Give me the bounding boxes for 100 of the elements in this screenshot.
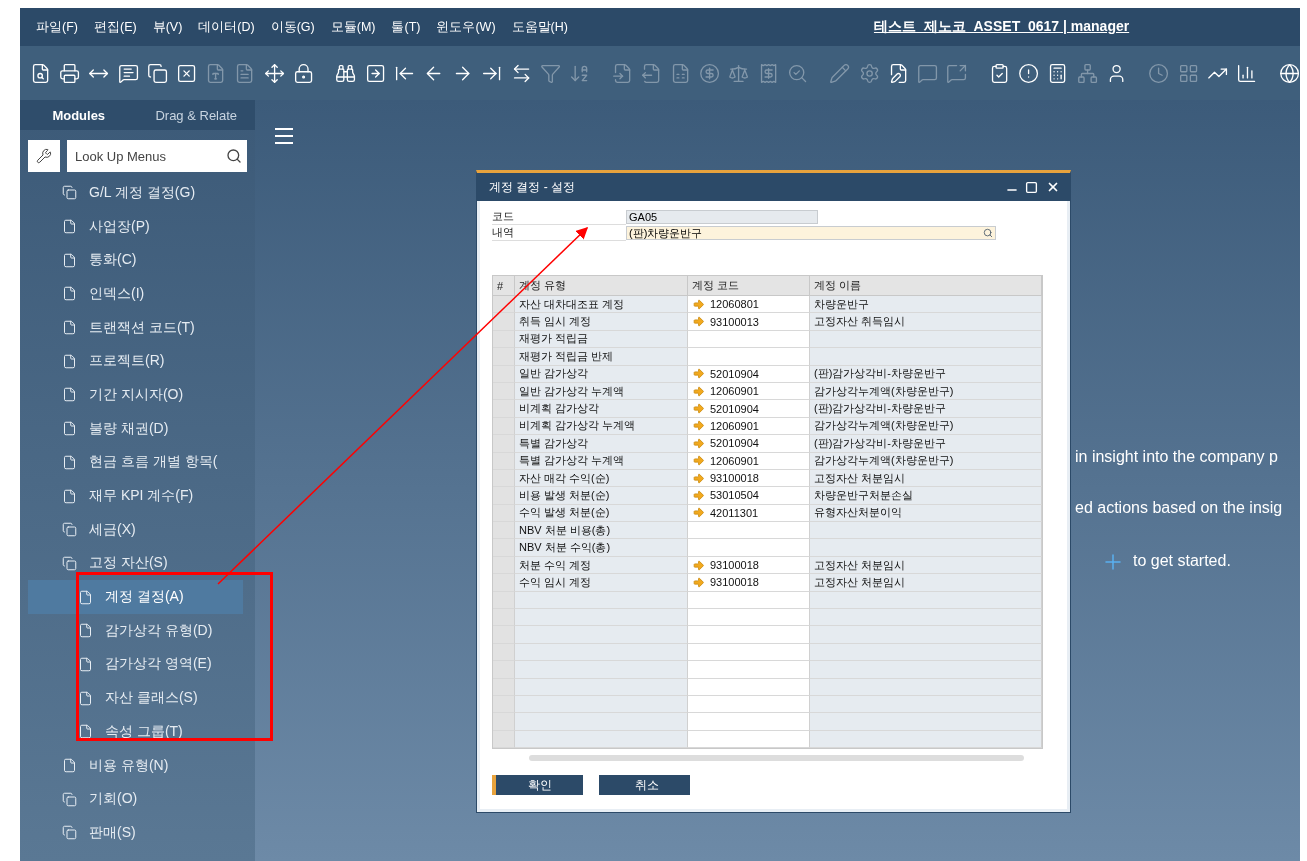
link-arrow-icon[interactable] [692, 471, 705, 485]
link-arrow-icon[interactable] [692, 506, 705, 520]
menu-item[interactable]: 사업장(P) [28, 209, 243, 244]
page-icon [62, 758, 77, 774]
menu-search-field[interactable]: Look Up Menus [67, 140, 221, 172]
menu-item[interactable]: 자산 클래스(S) [28, 681, 243, 715]
column-header[interactable]: 계정 이름 [810, 276, 1042, 296]
menu-item[interactable]: 판매(S) [28, 816, 243, 850]
page-icon [78, 690, 93, 706]
pages-icon [62, 555, 77, 571]
table-cell: 차량운반구처분손실 [810, 487, 1042, 505]
search-icon [226, 148, 242, 164]
link-arrow-icon[interactable] [692, 558, 705, 572]
table-cell: 고정자산 처분임시 [810, 574, 1042, 592]
account-code: 52010904 [710, 402, 759, 415]
wrench-icon [36, 148, 52, 164]
menu-item[interactable]: 불량 채권(D) [28, 411, 243, 446]
menu-bar-item[interactable]: 도움말(H) [511, 18, 568, 36]
field-label: 내역 [492, 225, 626, 241]
menu-bar-item[interactable]: 뷰(V) [152, 18, 183, 36]
sidebar-tab[interactable]: Modules [20, 107, 138, 123]
table-cell: 비용 발생 처분(순) [515, 487, 688, 505]
link-arrow-icon[interactable] [692, 454, 705, 468]
table-cell: (판)감가상각비-차량운반구 [810, 435, 1042, 453]
pages-icon [62, 791, 77, 807]
menu-item[interactable]: 통화(C) [28, 243, 243, 278]
account-code: 12060901 [710, 454, 759, 467]
menu-item[interactable]: 프로젝트(R) [28, 344, 243, 379]
page-icon [78, 623, 93, 639]
menu-icon[interactable] [275, 128, 293, 144]
menu-item[interactable]: 감가상각 영역(E) [28, 647, 243, 682]
link-arrow-icon[interactable] [692, 315, 705, 329]
windows-icon[interactable] [146, 61, 168, 85]
menu-item[interactable]: 계정 결정(A) [28, 580, 243, 614]
menu-item[interactable]: 속성 그룹(T) [28, 715, 243, 749]
lock-icon[interactable] [292, 61, 314, 85]
table-cell: 재평가 적립금 반제 [515, 348, 688, 366]
page-icon [62, 353, 77, 369]
horizontal-scrollbar[interactable] [529, 755, 1024, 762]
table-cell: 자산 대차대조표 계정 [515, 296, 688, 314]
cancel-button[interactable]: 취소 [599, 775, 690, 796]
sidebar-tab[interactable]: Drag & Relate [137, 107, 255, 123]
menu-item[interactable]: 재무 KPI 계수(F) [28, 479, 243, 513]
field-label: 코드 [492, 209, 626, 225]
search-button[interactable] [221, 140, 247, 172]
menu-item[interactable]: 현금 흐름 개별 항목( [28, 445, 243, 480]
link-arrow-icon[interactable] [692, 367, 705, 381]
maximize-icon[interactable] [1025, 180, 1038, 194]
link-arrow-icon[interactable] [692, 297, 705, 311]
input-field[interactable]: (판)차량운반구 [626, 226, 996, 240]
link-arrow-icon[interactable] [692, 419, 705, 433]
menu-item[interactable]: G/L 계정 결정(G) [28, 176, 243, 210]
wrench-button[interactable] [28, 140, 60, 172]
table-cell: 취득 임시 계정 [515, 313, 688, 331]
link-arrow-icon[interactable] [692, 489, 705, 502]
ok-button[interactable]: 확인 [492, 775, 583, 796]
globe-icon[interactable] [1278, 61, 1300, 85]
menu-bar-item[interactable]: 이동(G) [270, 18, 315, 36]
menu-bar-item[interactable]: 편집(E) [93, 18, 137, 36]
cockpit-hint: in insight into the company p [1075, 448, 1279, 467]
link-arrow-icon[interactable] [692, 402, 705, 416]
menu-bar-item[interactable]: 윈도우(W) [436, 18, 496, 36]
menu-item[interactable]: 기회(O) [28, 782, 243, 817]
table-cell: NBV 처분 비용(총) [515, 522, 688, 540]
input-field[interactable]: GA05 [626, 210, 818, 224]
table-cell: NBV 처분 수익(총) [515, 539, 688, 557]
menu-item[interactable]: 트랜잭션 코드(T) [28, 310, 243, 345]
alert-icon[interactable] [1018, 61, 1040, 85]
account-code: 12060801 [710, 298, 759, 311]
menu-item[interactable]: 인덱스(I) [28, 277, 243, 311]
table-cell: 고정자산 취득임시 [810, 313, 1042, 331]
page-icon [78, 589, 93, 605]
account-code: 52010904 [710, 367, 759, 380]
table-cell: 특별 감가상각 [515, 435, 688, 453]
link-arrow-icon[interactable] [692, 436, 705, 450]
print-icon[interactable] [59, 61, 81, 85]
menu-bar-item[interactable]: 데이터(D) [198, 18, 255, 36]
table-cell: 수익 임시 계정 [515, 574, 688, 592]
move-icon[interactable] [263, 61, 285, 85]
account-code: 12060901 [710, 419, 759, 432]
menu-item[interactable]: 세금(X) [28, 512, 243, 547]
column-header[interactable]: 계정 코드 [688, 276, 810, 296]
page-icon [62, 286, 77, 302]
close-icon[interactable] [1046, 180, 1060, 194]
menu-item[interactable]: 감가상각 유형(D) [28, 613, 243, 648]
menu-bar-item[interactable]: 모듈(M) [330, 18, 376, 36]
menu-item[interactable]: 비용 유형(N) [28, 748, 243, 783]
menu-item[interactable]: 고정 자산(S) [28, 546, 243, 581]
lookup-icon[interactable] [983, 228, 993, 238]
menu-bar-item[interactable]: 툴(T) [391, 18, 421, 36]
table-cell: (판)감가상각비-차량운반구 [810, 400, 1042, 418]
pages-icon [62, 522, 77, 538]
link-arrow-icon[interactable] [692, 384, 705, 398]
account-code: 93100018 [710, 576, 759, 589]
account-code: 12060901 [710, 385, 759, 398]
menu-item[interactable]: 기간 지시자(O) [28, 378, 243, 412]
column-header[interactable]: # [493, 276, 515, 296]
link-arrow-icon[interactable] [692, 575, 705, 589]
menu-bar-item[interactable]: 파일(F) [36, 18, 78, 36]
account-code: 93100018 [710, 472, 759, 485]
